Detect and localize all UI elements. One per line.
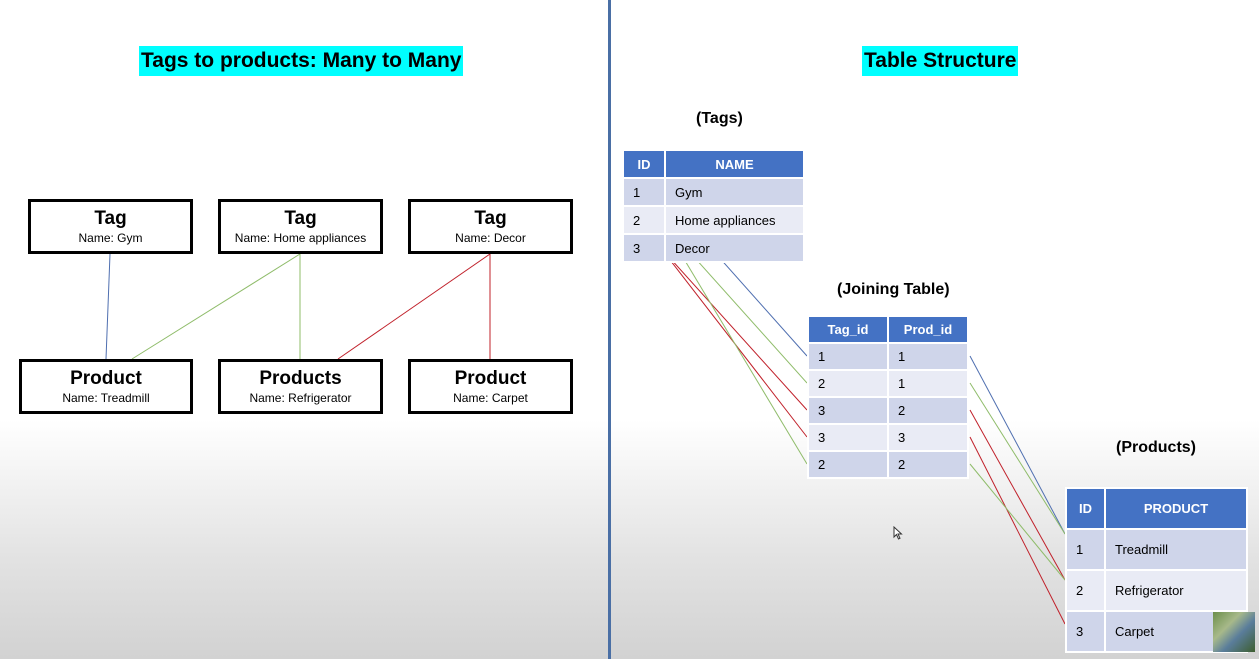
er-link-line — [131, 253, 301, 360]
er-connector-lines — [105, 253, 491, 360]
join-cell-tag-id: 1 — [807, 342, 889, 371]
tags-header-id: ID — [622, 149, 666, 179]
products-cell-id: 1 — [1065, 528, 1106, 571]
products-table-caption: (Products) — [1116, 439, 1196, 456]
product-box-refrigerator: Products Name: Refrigerator — [218, 359, 383, 414]
tag-box-name: Name: Home appliances — [234, 231, 367, 245]
join-to-product-line — [969, 382, 1066, 535]
products-cell-id: 3 — [1065, 610, 1106, 653]
product-box-name: Name: Carpet — [453, 391, 528, 405]
join-to-product-line — [969, 436, 1066, 625]
tag-box-title: Tag — [474, 208, 507, 229]
tag-box-home-appliances: Tag Name: Home appliances — [218, 199, 383, 254]
join-cell-prod-id: 3 — [887, 423, 969, 452]
products-header-product: PRODUCT — [1104, 487, 1248, 530]
product-box-name: Name: Refrigerator — [249, 391, 352, 405]
join-table-caption: (Joining Table) — [837, 281, 950, 298]
table-row: 3 3 — [807, 423, 969, 452]
join-cell-prod-id: 2 — [887, 450, 969, 479]
join-cell-prod-id: 1 — [887, 342, 969, 371]
join-cell-tag-id: 2 — [807, 369, 889, 398]
product-box-name: Name: Treadmill — [62, 391, 150, 405]
product-box-treadmill: Product Name: Treadmill — [19, 359, 193, 414]
join-to-product-line — [969, 409, 1066, 581]
tag-box-name: Name: Decor — [455, 231, 526, 245]
products-cell-product: Refrigerator — [1104, 569, 1248, 612]
join-header-prod-id: Prod_id — [887, 315, 969, 344]
tags-header-name: NAME — [664, 149, 805, 179]
join-cell-tag-id: 3 — [807, 423, 889, 452]
join-cell-tag-id: 2 — [807, 450, 889, 479]
tags-cell-name: Gym — [664, 177, 805, 207]
products-cell-product: Treadmill — [1104, 528, 1248, 571]
tag-box-gym: Tag Name: Gym — [28, 199, 193, 254]
table-row: 2 Home appliances — [622, 205, 805, 235]
table-row: 3 Decor — [622, 233, 805, 263]
er-link-line — [337, 253, 491, 360]
tags-cell-id: 3 — [622, 233, 666, 263]
tags-cell-id: 2 — [622, 205, 666, 235]
join-header-tag-id: Tag_id — [807, 315, 889, 344]
tags-table: ID NAME 1 Gym 2 Home appliances 3 Decor — [622, 149, 805, 263]
table-row: 1 Treadmill — [1065, 528, 1248, 571]
tag-to-join-line — [659, 246, 808, 411]
products-header-id: ID — [1065, 487, 1106, 530]
tags-cell-name: Decor — [664, 233, 805, 263]
tag-box-decor: Tag Name: Decor — [408, 199, 573, 254]
product-box-title: Product — [70, 368, 142, 389]
presenter-video-thumbnail — [1213, 612, 1255, 652]
table-row: 2 2 — [807, 450, 969, 479]
table-row: 2 1 — [807, 369, 969, 398]
product-box-title: Products — [259, 368, 342, 389]
product-box-carpet: Product Name: Carpet — [408, 359, 573, 414]
tags-table-caption: (Tags) — [696, 110, 743, 127]
er-link-line — [105, 253, 111, 360]
right-title: Table Structure — [862, 46, 1019, 76]
tags-cell-id: 1 — [622, 177, 666, 207]
join-table: Tag_id Prod_id 1 1 2 1 3 2 3 3 2 2 — [807, 315, 969, 479]
join-cell-prod-id: 1 — [887, 369, 969, 398]
join-to-product-line — [969, 355, 1066, 535]
table-row: 1 1 — [807, 342, 969, 371]
join-cell-tag-id: 3 — [807, 396, 889, 425]
tags-cell-name: Home appliances — [664, 205, 805, 235]
table-row: 1 Gym — [622, 177, 805, 207]
tag-box-title: Tag — [284, 208, 317, 229]
table-row: 2 Refrigerator — [1065, 569, 1248, 612]
join-to-product-line — [969, 463, 1066, 581]
tag-box-title: Tag — [94, 208, 127, 229]
tag-box-name: Name: Gym — [78, 231, 143, 245]
product-box-title: Product — [454, 368, 527, 389]
join-cell-prod-id: 2 — [887, 396, 969, 425]
mouse-cursor-icon — [893, 526, 903, 540]
products-cell-id: 2 — [1065, 569, 1106, 612]
table-row: 3 2 — [807, 396, 969, 425]
